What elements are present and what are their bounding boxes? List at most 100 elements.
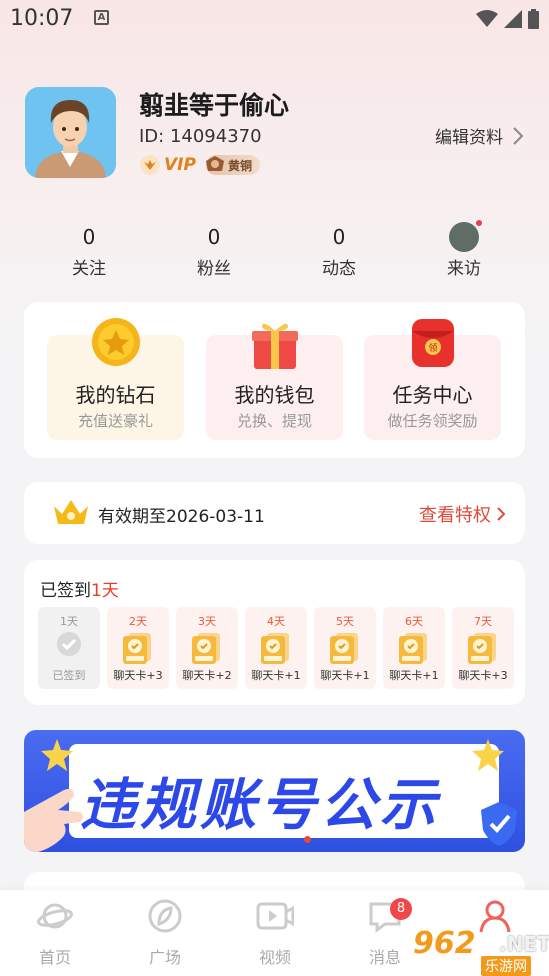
red-envelope-icon: 领 <box>411 319 454 367</box>
stat-posts[interactable]: 0 动态 <box>304 222 374 279</box>
chat-card-icon <box>121 631 155 669</box>
nav-messages[interactable]: 8 消息 <box>350 898 420 968</box>
stats-row: 0 关注 0 粉丝 0 动态 来访 <box>24 220 524 279</box>
stat-following[interactable]: 0 关注 <box>54 222 124 279</box>
stat-label: 动态 <box>322 259 356 279</box>
carousel-indicator <box>304 836 311 843</box>
vip-label: VIP <box>164 155 196 175</box>
tile-subtitle: 兑换、提现 <box>236 412 312 430</box>
tile-title: 任务中心 <box>392 383 473 407</box>
violation-banner[interactable]: 违规账号公示 <box>24 730 525 852</box>
signin-day[interactable]: 5天 聊天卡+1 <box>314 607 376 689</box>
status-time: 10:07 <box>10 6 74 31</box>
day-label: 1天 <box>60 615 78 628</box>
nav-square[interactable]: 广场 <box>130 898 200 968</box>
signin-day[interactable]: 6天聊天卡+1 <box>383 607 445 689</box>
stat-label: 关注 <box>72 259 106 279</box>
leaf-icon <box>148 899 182 933</box>
chat-card-icon <box>190 631 224 669</box>
gold-coin-icon <box>91 318 140 366</box>
signin-count: 1天 <box>91 581 119 601</box>
vip-badge[interactable]: VIP <box>139 155 196 175</box>
watermark-site: 乐游网 <box>481 956 531 976</box>
tile-title: 我的钱包 <box>234 383 315 407</box>
day-reward: 聊天卡+1 <box>251 669 301 682</box>
day-label: 3天 <box>198 615 216 628</box>
signin-days: 1天 已签到 2天 聊天卡+3 3天 聊天卡+2 4天 聊天卡+1 5天 聊天卡+1 6天 聊天卡+1… <box>38 607 514 689</box>
vip-icon <box>140 155 160 175</box>
nav-home[interactable]: 首页 <box>20 898 90 968</box>
stat-visitors[interactable]: 来访 <box>429 220 499 279</box>
chat-card-icon <box>328 631 362 669</box>
nav-video[interactable]: 视频 <box>240 898 310 968</box>
day-reward: 聊天卡+1 <box>389 669 439 682</box>
chat-card-icon <box>466 631 500 669</box>
shield-icon <box>481 802 517 846</box>
view-privileges-link[interactable]: 查看特权 <box>419 501 505 527</box>
rank-label: 黄铜 <box>227 158 252 173</box>
battery-icon <box>528 9 539 29</box>
video-icon <box>256 902 295 930</box>
day-reward: 聊天卡+2 <box>182 669 232 682</box>
signin-day[interactable]: 7天聊天卡+3 <box>452 607 514 689</box>
my-wallet-tile[interactable]: 我的钱包 兑换、提现 <box>206 323 343 440</box>
signin-day[interactable]: 2天聊天卡+3 <box>107 607 169 689</box>
rank-badge[interactable]: 黄铜 <box>205 155 260 175</box>
edit-profile-link[interactable]: 编辑资料 <box>435 123 523 148</box>
stat-value: 0 <box>332 225 346 249</box>
stat-value: 0 <box>82 225 96 249</box>
avatar[interactable] <box>25 87 116 178</box>
signin-day[interactable]: 4天聊天卡+1 <box>245 607 307 689</box>
task-center-tile[interactable]: 领 任务中心 做任务领奖励 <box>364 319 501 440</box>
bronze-medal-icon <box>205 156 224 171</box>
nav-label: 视频 <box>258 948 291 967</box>
nav-label: 首页 <box>38 948 71 967</box>
day-reward: 聊天卡+3 <box>113 669 163 682</box>
planet-icon <box>37 903 73 929</box>
check-circle-icon <box>56 631 82 661</box>
edit-profile-label: 编辑资料 <box>435 128 503 148</box>
day-label: 6天 <box>405 615 423 628</box>
chat-card-icon <box>397 631 431 669</box>
message-count-badge: 8 <box>390 898 412 920</box>
vip-card: 有效期至2026-03-11 查看特权 <box>24 482 525 544</box>
nav-label: 广场 <box>148 948 181 967</box>
watermark-net: .NET <box>499 932 549 956</box>
stat-label: 粉丝 <box>197 259 231 279</box>
signin-day[interactable]: 3天聊天卡+2 <box>176 607 238 689</box>
gift-box-icon <box>251 323 298 369</box>
status-bar: 10:07 A <box>0 0 549 40</box>
signin-title: 已签到1天 <box>40 576 119 601</box>
chevron-right-icon <box>497 507 505 521</box>
notification-icon: A <box>94 10 109 25</box>
stat-value: 0 <box>207 225 221 249</box>
signin-day[interactable]: 1天已签到 <box>38 607 100 689</box>
star-icon <box>472 739 504 771</box>
day-label: 2天 <box>129 615 147 628</box>
vip-expire-text: 有效期至2026-03-11 <box>98 507 265 527</box>
banner-title: 违规账号公示 <box>80 773 440 838</box>
tile-title: 我的钻石 <box>75 383 156 407</box>
watermark-number: 962 <box>413 926 476 961</box>
star-icon <box>41 739 73 771</box>
stat-fans[interactable]: 0 粉丝 <box>179 222 249 279</box>
tile-subtitle: 做任务领奖励 <box>387 412 478 430</box>
wifi-icon <box>476 10 498 27</box>
stat-label: 来访 <box>447 259 481 279</box>
crown-icon <box>54 500 88 524</box>
wallet-card: 我的钻石 充值送豪礼 我的钱包 兑换、提现 领 任务中心 做任务领奖励 <box>24 302 525 458</box>
view-privileges-label: 查看特权 <box>419 505 491 526</box>
my-diamonds-tile[interactable]: 我的钻石 充值送豪礼 <box>47 318 184 440</box>
day-reward: 已签到 <box>52 669 86 682</box>
username: 翦韭等于偷心 <box>139 91 290 120</box>
signal-icon <box>504 10 522 28</box>
site-watermark: 962 .NET 乐游网 <box>413 926 549 976</box>
day-reward: 聊天卡+3 <box>458 669 508 682</box>
signin-card: 已签到1天 1天 已签到 2天 聊天卡+3 3天 聊天卡+2 4天 聊天卡+1 5天 聊天卡+1 6… <box>24 560 525 705</box>
day-label: 7天 <box>474 615 492 628</box>
visitor-avatar <box>449 220 482 252</box>
nav-label: 消息 <box>368 948 401 967</box>
day-label: 4天 <box>267 615 285 628</box>
day-label: 5天 <box>336 615 354 628</box>
chevron-right-icon <box>513 126 523 145</box>
